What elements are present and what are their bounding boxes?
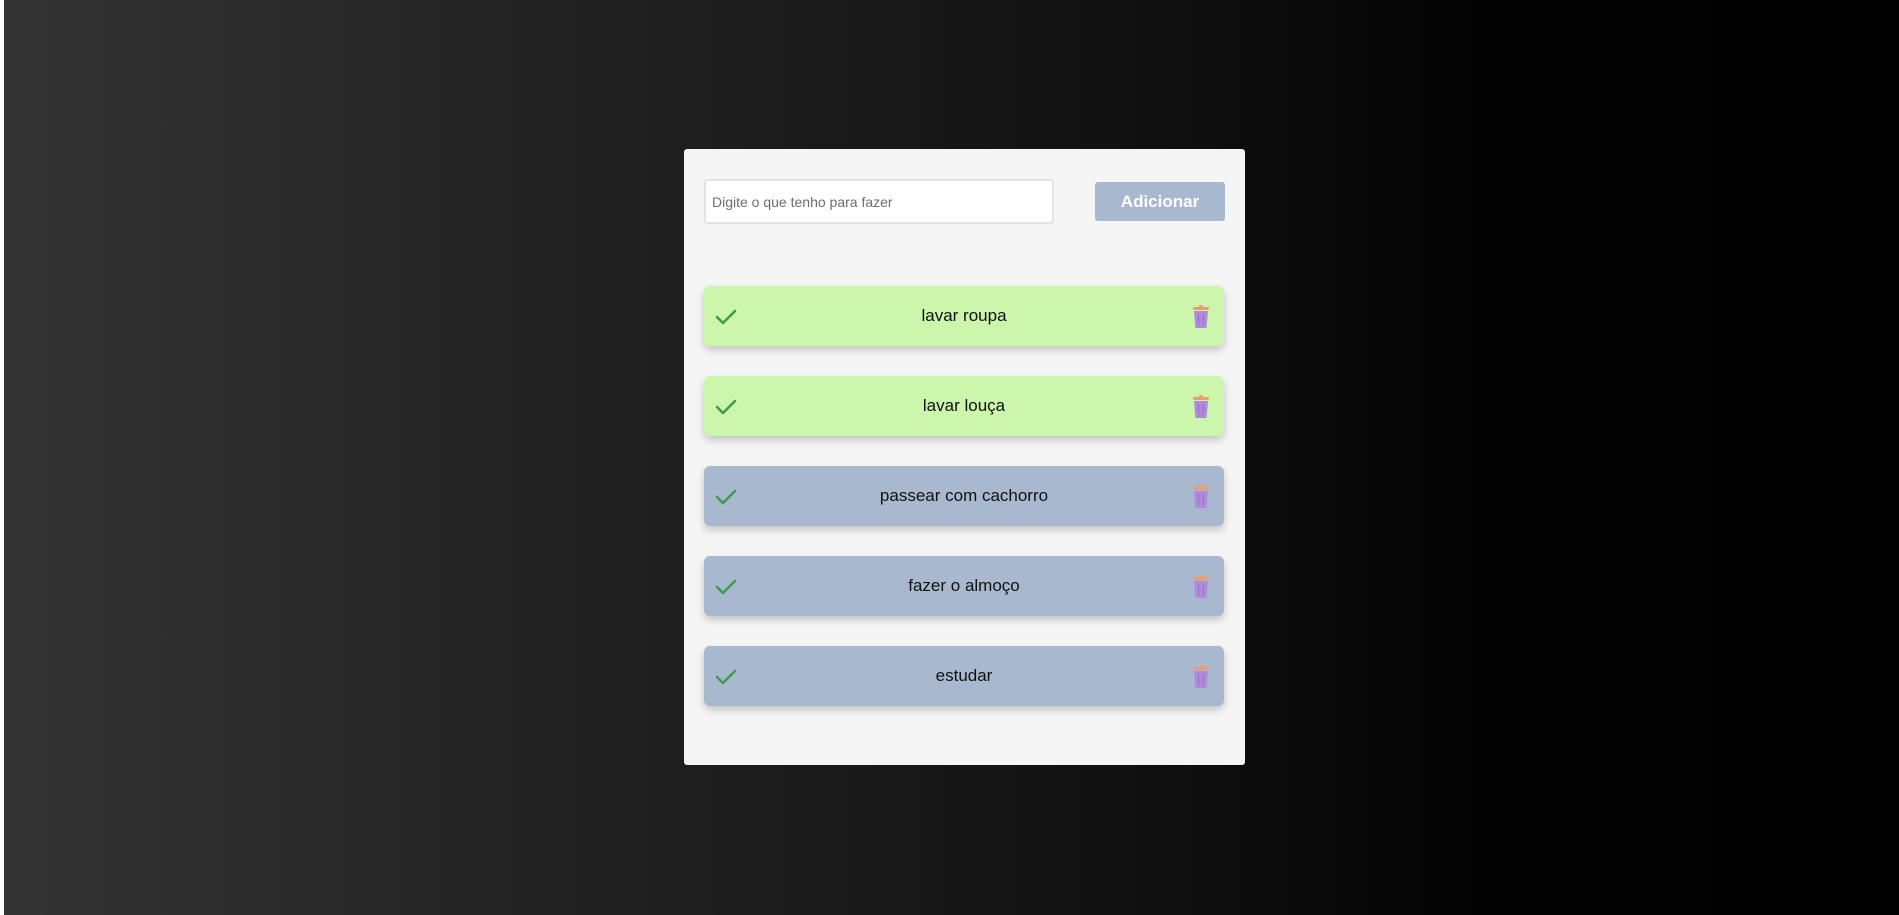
check-icon[interactable]: [712, 393, 740, 421]
task-text: passear com cachorro: [879, 486, 1049, 505]
page-background: Adicionar lavar roupa lavar louça: [4, 0, 1899, 915]
todo-panel: Adicionar lavar roupa lavar louça: [684, 149, 1245, 765]
task-text: lavar roupa: [921, 306, 1007, 325]
check-icon[interactable]: [712, 573, 740, 601]
task-text: estudar: [935, 666, 993, 685]
task-input[interactable]: [704, 179, 1054, 224]
task-item: fazer o almoço: [704, 556, 1224, 616]
trash-icon[interactable]: [1190, 664, 1212, 690]
check-icon[interactable]: [712, 303, 740, 331]
check-icon[interactable]: [712, 483, 740, 511]
task-item: estudar: [704, 646, 1224, 706]
task-item: passear com cachorro: [704, 466, 1224, 526]
trash-icon[interactable]: [1190, 574, 1212, 600]
task-list: lavar roupa lavar louça passear com cach: [704, 286, 1224, 736]
trash-icon[interactable]: [1190, 304, 1212, 330]
task-text: lavar louça: [922, 396, 1006, 415]
check-icon[interactable]: [712, 663, 740, 691]
task-item: lavar roupa: [704, 286, 1224, 346]
add-task-button[interactable]: Adicionar: [1095, 182, 1225, 221]
task-item: lavar louça: [704, 376, 1224, 436]
task-text: fazer o almoço: [908, 576, 1020, 595]
trash-icon[interactable]: [1190, 394, 1212, 420]
trash-icon[interactable]: [1190, 484, 1212, 510]
